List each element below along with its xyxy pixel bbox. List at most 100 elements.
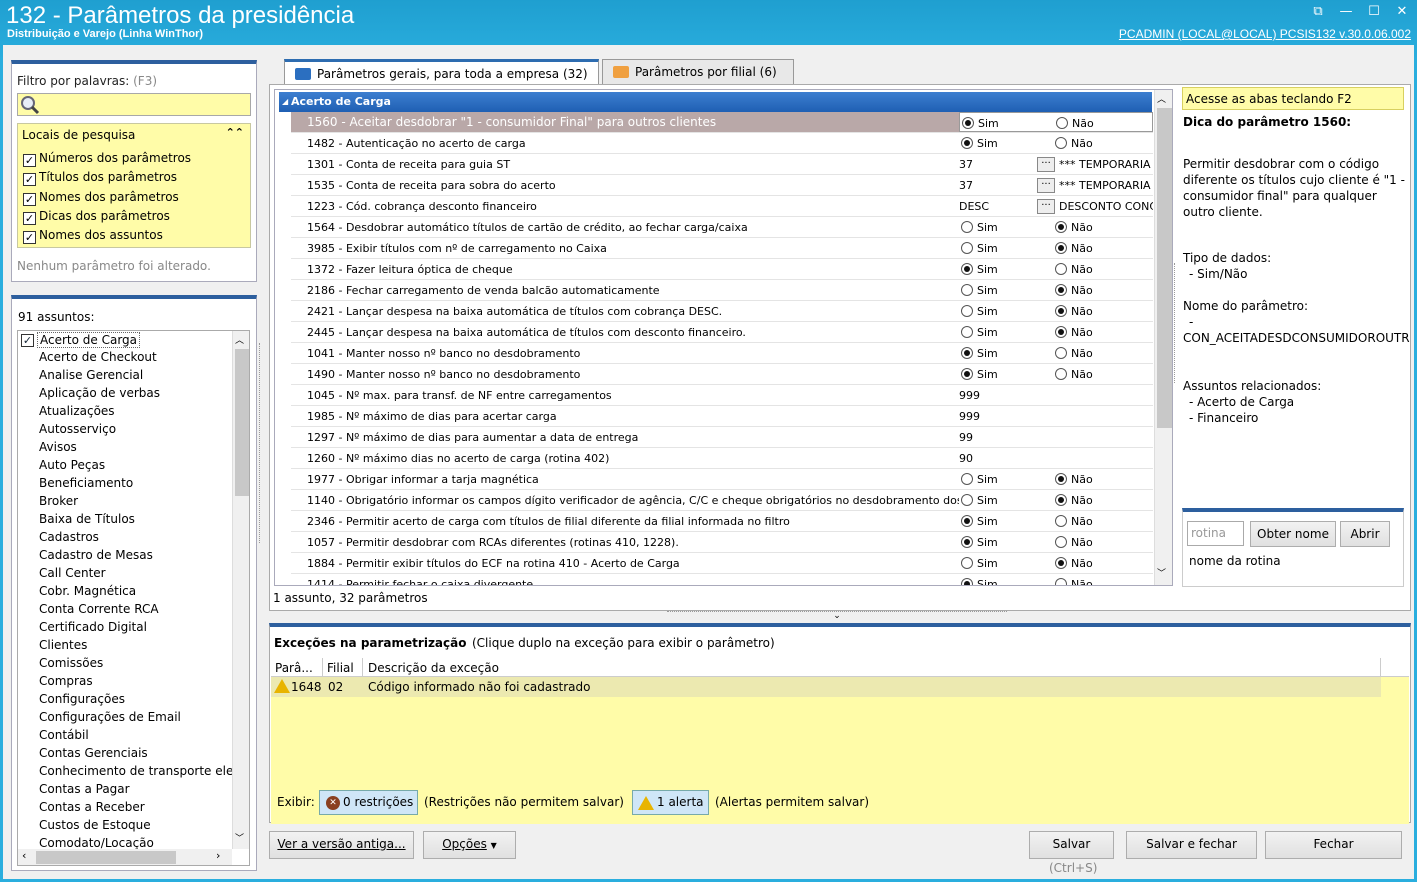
subject-list-item[interactable]: Baixa de Títulos <box>39 512 135 526</box>
checkbox[interactable]: ✓ <box>23 211 36 225</box>
parameter-value-cell[interactable]: Sim Não <box>959 511 1153 531</box>
search-location-option[interactable]: ✓ Nomes dos assuntos <box>23 228 163 245</box>
subject-list-item[interactable]: Aplicação de verbas <box>39 386 160 400</box>
radio-nao[interactable]: Não <box>1055 259 1093 280</box>
subject-list-item[interactable]: Autosserviço <box>39 422 116 436</box>
alerts-toggle[interactable]: 1 alerta <box>632 790 709 815</box>
tab-branch[interactable]: Parâmetros por filial (6) <box>602 59 794 85</box>
radio-nao[interactable]: Não <box>1055 133 1093 154</box>
parameter-value-cell[interactable]: DESC ··· DESCONTO CONCE <box>959 196 1153 216</box>
col-param[interactable]: Parâ... <box>275 661 313 675</box>
subject-checkbox[interactable]: ✓ <box>21 334 34 347</box>
splitter-handle-left[interactable] <box>259 343 265 543</box>
subjects-hscroll-thumb[interactable] <box>36 851 176 864</box>
radio-sim[interactable]: Sim <box>961 133 998 154</box>
subject-list-item[interactable]: Acerto de Checkout <box>39 350 157 364</box>
minimize-button[interactable]: — <box>1336 3 1356 21</box>
parameter-row[interactable]: 1140 - Obrigatório informar os campos dí… <box>291 490 1153 511</box>
search-location-option[interactable]: ✓ Números dos parâmetros <box>23 151 191 167</box>
tab-general[interactable]: Parâmetros gerais, para toda a empresa (… <box>284 59 599 85</box>
restore-icon[interactable]: ⧉ <box>1308 3 1328 21</box>
get-name-button[interactable]: Obter nome <box>1250 521 1336 547</box>
parameter-row[interactable]: 1223 - Cód. cobrança desconto financeiro… <box>291 196 1153 217</box>
close-window-button[interactable]: ✕ <box>1392 3 1412 21</box>
radio-sim[interactable]: Sim <box>961 322 998 343</box>
subject-list-item[interactable]: Comodato/Locação <box>39 836 154 850</box>
subject-list-item[interactable]: Call Center <box>39 566 106 580</box>
subject-list-item[interactable]: Beneficiamento <box>39 476 133 490</box>
parameter-row[interactable]: 1977 - Obrigar informar a tarja magnétic… <box>291 469 1153 490</box>
subject-list-item[interactable]: Clientes <box>39 638 87 652</box>
radio-sim[interactable]: Sim <box>961 238 998 259</box>
subject-list-item[interactable]: Configurações de Email <box>39 710 181 724</box>
parameter-value-cell[interactable]: Sim Não <box>959 364 1153 384</box>
parameter-row[interactable]: 2186 - Fechar carregamento de venda balc… <box>291 280 1153 301</box>
restrictions-toggle[interactable]: ✕ 0 restrições <box>319 790 418 815</box>
ellipsis-icon[interactable]: ··· <box>1037 157 1055 172</box>
parameter-row[interactable]: 1301 - Conta de receita para guia ST 37 ··… <box>291 154 1153 175</box>
parameter-value-cell[interactable]: Sim Não <box>959 112 1153 132</box>
ellipsis-icon[interactable]: ··· <box>1037 199 1055 214</box>
close-button[interactable]: Fechar <box>1265 831 1402 859</box>
parameter-value-cell[interactable]: Sim Não <box>959 238 1153 258</box>
radio-sim[interactable]: Sim <box>961 532 998 553</box>
radio-nao[interactable]: Não <box>1055 343 1093 364</box>
radio-sim[interactable]: Sim <box>962 113 999 134</box>
subject-list-item[interactable]: Contas a Receber <box>39 800 145 814</box>
search-location-option[interactable]: ✓ Nomes dos parâmetros <box>23 190 179 206</box>
scroll-up-icon[interactable]: ︿ <box>235 333 244 346</box>
exception-row[interactable]: 1648 02 Código informado não foi cadastr… <box>271 677 1381 697</box>
parameter-row[interactable]: 2421 - Lançar despesa na baixa automátic… <box>291 301 1153 322</box>
routine-input[interactable]: rotina <box>1187 521 1244 546</box>
subject-list-item[interactable]: Analise Gerencial <box>39 368 143 382</box>
user-info-link[interactable]: PCADMIN (LOCAL@LOCAL) PCSIS132 v.30.0.06… <box>1119 27 1411 41</box>
grid-scroll-up-icon[interactable]: ︿ <box>1157 92 1166 105</box>
parameter-row[interactable]: 1260 - Nº máximo dias no acerto de carga… <box>291 448 1153 469</box>
radio-nao[interactable]: Não <box>1056 113 1094 134</box>
parameter-value-cell[interactable]: 99 <box>959 427 1153 447</box>
parameter-value-cell[interactable]: Sim Não <box>959 574 1153 585</box>
subject-list-item[interactable]: Comissões <box>39 656 103 670</box>
radio-sim[interactable]: Sim <box>961 217 998 238</box>
parameter-row[interactable]: 1535 - Conta de receita para sobra do ac… <box>291 175 1153 196</box>
subject-list-item[interactable]: Certificado Digital <box>39 620 147 634</box>
parameter-value-cell[interactable]: 37 ··· *** TEMPORARIA <box>959 154 1153 174</box>
subject-list-item[interactable]: Avisos <box>39 440 77 454</box>
filter-input[interactable] <box>17 93 251 116</box>
parameter-row[interactable]: 2445 - Lançar despesa na baixa automátic… <box>291 322 1153 343</box>
scroll-down-icon[interactable]: ﹀ <box>235 831 244 844</box>
scroll-right-icon[interactable]: › <box>216 849 220 862</box>
parameter-value-cell[interactable]: Sim Não <box>959 301 1153 321</box>
radio-nao[interactable]: Não <box>1055 238 1093 259</box>
parameter-row[interactable]: 1372 - Fazer leitura óptica de cheque Sim… <box>291 259 1153 280</box>
radio-nao[interactable]: Não <box>1055 280 1093 301</box>
maximize-button[interactable]: ☐ <box>1364 3 1384 21</box>
subjects-scroll-thumb[interactable] <box>235 349 249 496</box>
checkbox[interactable]: ✓ <box>23 192 36 206</box>
grid-group-header[interactable]: ◢ Acerto de Carga <box>279 92 1152 112</box>
subject-list-item[interactable]: Contas Gerenciais <box>39 746 148 760</box>
radio-nao[interactable]: Não <box>1055 364 1093 385</box>
open-routine-button[interactable]: Abrir <box>1340 521 1390 547</box>
radio-sim[interactable]: Sim <box>961 364 998 385</box>
subject-list-item[interactable]: Auto Peças <box>39 458 105 472</box>
search-location-option[interactable]: ✓ Títulos dos parâmetros <box>23 170 177 187</box>
parameter-value-cell[interactable]: Sim Não <box>959 532 1153 552</box>
ellipsis-icon[interactable]: ··· <box>1037 178 1055 193</box>
collapse-chevron-icon[interactable]: ⌃⌃ <box>226 126 244 139</box>
subject-list-item[interactable]: Conta Corrente RCA <box>39 602 159 616</box>
subject-list-item[interactable]: Cobr. Magnética <box>39 584 136 598</box>
col-description[interactable]: Descrição da exceção <box>368 661 499 675</box>
search-location-option[interactable]: ✓ Dicas dos parâmetros <box>23 209 170 225</box>
parameter-value-cell[interactable]: Sim Não <box>959 343 1153 363</box>
parameter-row[interactable]: 1884 - Permitir exibir títulos do ECF na… <box>291 553 1153 574</box>
parameter-value-cell[interactable]: Sim Não <box>959 469 1153 489</box>
subject-list-item[interactable]: Broker <box>39 494 78 508</box>
grid-scroll-down-icon[interactable]: ﹀ <box>1157 566 1166 579</box>
parameter-value-cell[interactable]: 90 <box>959 448 1153 468</box>
subjects-vscroll[interactable]: ︿ ﹀ <box>232 331 249 849</box>
subject-list-item[interactable]: Acerto de Carga <box>37 332 141 348</box>
radio-nao[interactable]: Não <box>1055 301 1093 322</box>
radio-nao[interactable]: Não <box>1055 553 1093 574</box>
radio-nao[interactable]: Não <box>1055 469 1093 490</box>
